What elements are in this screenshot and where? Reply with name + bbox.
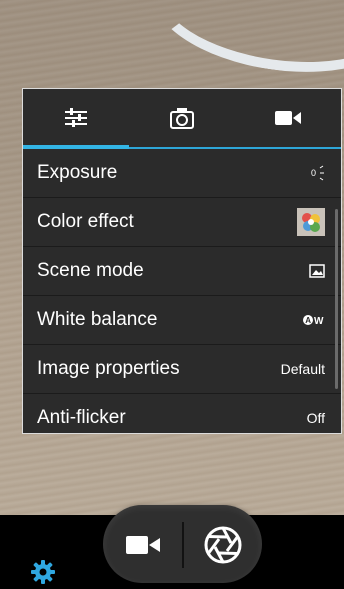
tab-photo-settings[interactable] — [129, 89, 235, 147]
setting-label: White balance — [37, 309, 158, 330]
camera-icon — [170, 108, 194, 129]
scene-mode-icon — [309, 264, 325, 278]
svg-text:W: W — [314, 316, 324, 326]
setting-label: Color effect — [37, 211, 134, 232]
setting-value: Off — [306, 410, 325, 426]
setting-image-properties[interactable]: Image properties Default — [23, 345, 341, 394]
tab-general-settings[interactable] — [23, 89, 129, 147]
tab-video-settings[interactable] — [235, 89, 341, 147]
setting-label: Image properties — [37, 358, 180, 379]
settings-button[interactable] — [30, 559, 56, 585]
active-tab-indicator — [23, 145, 129, 149]
auto-white-balance-icon: A W — [303, 314, 325, 326]
setting-label: Scene mode — [37, 260, 144, 281]
setting-anti-flicker[interactable]: Anti-flicker Off — [23, 394, 341, 433]
setting-label: Exposure — [37, 162, 118, 183]
settings-tabs — [23, 89, 341, 149]
gear-icon — [31, 560, 55, 584]
setting-color-effect[interactable]: Color effect — [23, 198, 341, 247]
color-effect-thumbnail-icon — [297, 208, 325, 236]
exposure-icon: 0 — [311, 164, 325, 182]
video-icon — [275, 111, 301, 125]
setting-scene-mode[interactable]: Scene mode — [23, 247, 341, 296]
setting-exposure[interactable]: Exposure 0 — [23, 149, 341, 198]
setting-value: Default — [280, 361, 325, 377]
setting-white-balance[interactable]: White balance A W — [23, 296, 341, 345]
setting-label: Anti-flicker — [37, 407, 126, 428]
shutter-icon — [204, 526, 242, 564]
sliders-icon — [65, 108, 87, 127]
cable-in-view — [142, 0, 344, 88]
video-record-icon — [126, 536, 160, 554]
camera-settings-panel: Exposure 0 Color effect Scene mode White… — [22, 88, 342, 434]
controls-divider — [182, 522, 184, 568]
settings-scrollbar[interactable] — [335, 209, 338, 389]
svg-text:0: 0 — [311, 168, 316, 178]
svg-text:A: A — [305, 316, 311, 325]
shutter-button[interactable] — [188, 515, 258, 575]
video-record-button[interactable] — [108, 515, 178, 575]
